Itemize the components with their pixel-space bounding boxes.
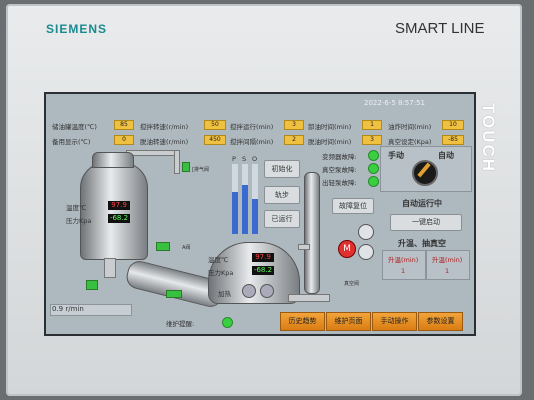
pipe: [288, 294, 330, 302]
fault-label: 真空泵故障:: [322, 166, 357, 174]
tank2-press-label: 压力Kpa: [208, 269, 234, 277]
tank2-temp-label: 温度℃: [208, 256, 229, 264]
param-value-input[interactable]: 3: [362, 135, 382, 145]
tank-drain: [104, 258, 116, 278]
param-label: 搅拌间隔(min): [230, 138, 274, 146]
vacuum-valve-label: 真空阀: [344, 281, 360, 287]
hmi-screen: 2022-6-5 8:57:51 储油罐温度(℃) 85 搅拌转速(r/min)…: [44, 92, 476, 336]
auto-label: 自动: [438, 151, 454, 160]
pipe: [298, 244, 310, 250]
param-label: 搅拌运行(min): [230, 123, 274, 131]
step-button[interactable]: 轨步: [264, 186, 300, 204]
level-bar-o: [252, 164, 258, 234]
param-label: 卸油时间(min): [308, 123, 352, 131]
param-label: 油炸时间(min): [388, 123, 432, 131]
init-button[interactable]: 初始化: [264, 160, 300, 178]
param-value-input[interactable]: 3: [284, 120, 304, 130]
touch-label: TOUCH: [479, 102, 499, 174]
pump-icon: [358, 224, 374, 240]
fault-led: [368, 150, 379, 161]
param-value-input[interactable]: 2: [284, 135, 304, 145]
heat-vac-label: 升温(min): [432, 256, 463, 264]
manual-label: 手动: [388, 151, 404, 160]
param-value-input[interactable]: -85: [442, 135, 464, 145]
condenser-column: [304, 172, 320, 294]
param-label: 备用显示(℃): [52, 138, 91, 146]
tank1-press-label: 压力Kpa: [66, 217, 92, 225]
fryer-tank: [80, 162, 148, 260]
motor-icon[interactable]: M: [338, 240, 356, 258]
scale-label-o: O: [252, 155, 258, 163]
tank2-press-display: -68.2: [252, 266, 274, 275]
running-button[interactable]: 已运行: [264, 210, 300, 228]
product-name: SMART LINE: [395, 20, 485, 37]
maintenance-led: [222, 317, 233, 328]
heater-icon: [260, 284, 274, 298]
tank2-temp-display: 97.9: [252, 253, 274, 262]
level-bar-s: [242, 164, 248, 234]
param-label: 搅拌转速(r/min): [140, 123, 189, 131]
history-trend-button[interactable]: 历史趋势: [280, 312, 325, 331]
param-value-input[interactable]: 450: [204, 135, 226, 145]
fault-led: [368, 176, 379, 187]
param-value-input[interactable]: 0: [114, 135, 134, 145]
heat-label: 加热: [218, 290, 231, 298]
heat-vac-value: 1: [445, 267, 450, 275]
speed-readout: 0.9 r/min: [52, 305, 84, 313]
maintenance-label: 维护提醒:: [166, 320, 195, 328]
a-valve-label: A阀: [182, 245, 191, 251]
pump-icon: [358, 244, 374, 260]
param-value-input[interactable]: 10: [442, 120, 464, 130]
exhaust-valve-icon[interactable]: [182, 162, 190, 172]
level-bar-p: [232, 164, 238, 234]
valve-icon[interactable]: [166, 290, 182, 298]
param-value-input[interactable]: 1: [362, 120, 382, 130]
param-value-input[interactable]: 85: [114, 120, 134, 130]
fault-reset-button[interactable]: 故障复位: [332, 198, 374, 214]
heater-icon: [242, 284, 256, 298]
fault-led: [368, 163, 379, 174]
valve-icon[interactable]: [156, 242, 170, 251]
tank1-temp-display: 97.9: [108, 201, 130, 210]
pump-icon[interactable]: [86, 280, 98, 290]
one-key-start-button[interactable]: 一键启动: [390, 214, 462, 231]
exhaust-valve-label: [排气阀: [192, 167, 209, 173]
brand-logo: SIEMENS: [46, 22, 108, 36]
heat-vac-title: 升温、抽真空: [398, 239, 446, 248]
heat-vac-value: 1: [401, 267, 406, 275]
param-label: 脱油转速(r/min): [140, 138, 189, 146]
scale-label-p: P: [232, 155, 236, 163]
maintenance-page-button[interactable]: 维护页面: [326, 312, 371, 331]
fault-label: 变频器故障:: [322, 153, 357, 161]
top-pipe: [126, 150, 180, 156]
datetime: 2022-6-5 8:57:51: [364, 99, 425, 107]
param-label: 脱油时间(min): [308, 138, 352, 146]
heat-vac-label: 升温(min): [388, 256, 419, 264]
parameter-settings-button[interactable]: 参数设置: [418, 312, 463, 331]
param-label: 真空设定(Kpa): [388, 138, 432, 146]
scale-label-s: S: [242, 155, 247, 163]
fault-label: 出轻泵故障:: [322, 179, 357, 187]
top-pipe: [174, 150, 180, 174]
tank1-temp-label: 温度℃: [66, 204, 87, 212]
param-value-input[interactable]: 50: [204, 120, 226, 130]
manual-operation-button[interactable]: 手动操作: [372, 312, 417, 331]
tank-lid: [92, 152, 134, 168]
param-label: 储油罐温度(℃): [52, 123, 97, 131]
tank1-press-display: -68.2: [108, 214, 130, 223]
auto-status-text: 自动运行中: [402, 199, 442, 208]
